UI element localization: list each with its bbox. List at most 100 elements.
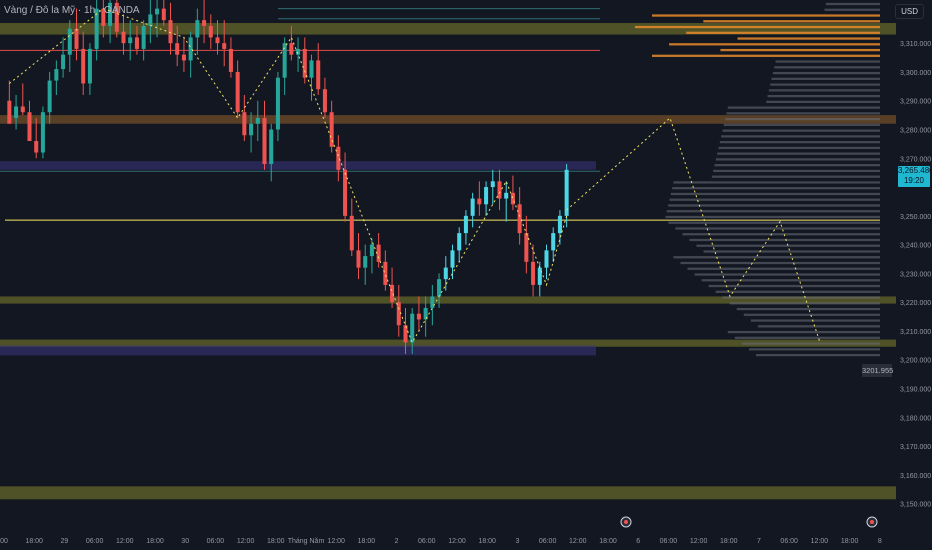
volume-profile-bar (729, 302, 880, 305)
y-axis-tick: 3,180.000 (900, 415, 931, 422)
volume-profile-bar (767, 94, 880, 98)
volume-profile-bar (652, 14, 880, 17)
x-axis-tick: 18:00 (358, 538, 376, 545)
candle-body (74, 28, 79, 49)
x-axis-tick: 06:00 (539, 538, 557, 545)
candle-body (490, 181, 495, 188)
volume-profile-bar (694, 273, 880, 276)
candle-body (343, 169, 348, 216)
candle-body (369, 244, 374, 257)
x-axis-tick: 06:00 (207, 538, 225, 545)
volume-profile-bar (750, 319, 880, 322)
candle-body (410, 313, 415, 343)
volume-profile-bar (722, 296, 880, 299)
volume-profile-bar (748, 348, 880, 351)
volume-profile-bar (670, 192, 880, 196)
y-axis-tick: 3,220.000 (900, 300, 931, 307)
x-axis-tick: 12:00 (448, 538, 466, 545)
x-axis-tick: 8 (878, 538, 882, 545)
price-chart[interactable]: 3,310.000 3,300.000 3,290.000 3,280.000 3,27… (0, 0, 932, 550)
candle-body (181, 54, 186, 61)
candle-body (302, 48, 307, 78)
y-axis-tick: 3,310.000 (900, 41, 931, 48)
candle-body (504, 192, 509, 199)
zone-5 (0, 345, 596, 356)
y-axis-tick: 3,190.000 (900, 387, 931, 394)
x-axis-tick: 3 (515, 538, 519, 545)
volume-profile-bar (668, 221, 880, 224)
candle-body (47, 80, 52, 113)
y-axis-tick: 3,300.000 (900, 70, 931, 77)
volume-profile-bar (634, 25, 880, 29)
y-axis-tick: 3,240.000 (900, 243, 931, 250)
candle-body (336, 146, 341, 170)
candle-body (262, 117, 267, 165)
volume-profile-bar (737, 37, 880, 40)
x-axis-tick: 06:00 (780, 538, 798, 545)
y-axis-tick: 3,230.000 (900, 271, 931, 278)
volume-profile-bar (703, 250, 880, 253)
volume-profile-bar (669, 43, 880, 46)
x-axis-tick: 18:00 (267, 538, 285, 545)
y-axis-tick: 3,290.000 (900, 99, 931, 106)
candle-body (289, 43, 294, 55)
candle-body (551, 233, 556, 251)
candle-body (188, 37, 193, 61)
volume-profile-bar (774, 66, 880, 69)
candle-body (148, 14, 153, 26)
x-axis-tick: 2 (395, 538, 399, 545)
candle-body (443, 267, 448, 280)
candle-body (161, 8, 166, 21)
candle-body (195, 20, 200, 38)
volume-profile-bar (720, 48, 880, 52)
candle-body (255, 117, 260, 124)
candle-countdown: 19:20 (903, 176, 925, 185)
candle-body (497, 181, 502, 199)
candle-body (54, 69, 59, 81)
y-axis-tick: 3,210.000 (900, 329, 931, 336)
volume-profile-bar (771, 77, 880, 80)
volume-profile-bar (713, 169, 880, 173)
volume-profile-bar (734, 336, 880, 339)
y-axis-tick: 3,200.000 (900, 358, 931, 365)
volume-profile-bar (775, 60, 880, 63)
x-axis-tick: Tháng Năm (288, 538, 325, 545)
candle-body (168, 20, 173, 44)
volume-profile-bar (675, 227, 880, 230)
x-axis-tick: 18:00 (599, 538, 617, 545)
volume-profile-bar (770, 83, 880, 86)
candle-body (14, 106, 19, 118)
volume-profile-bar (766, 100, 880, 103)
candle-body (235, 71, 240, 113)
volume-profile-bar (743, 313, 880, 316)
candle-body (275, 77, 280, 130)
candle-body (208, 25, 213, 38)
x-axis-tick: 7 (757, 538, 761, 545)
x-axis-tick: 06:00 (86, 538, 104, 545)
volume-profile-bar (824, 8, 880, 11)
candle-body (430, 296, 435, 308)
volume-profile-bar (726, 112, 880, 115)
candle-body (269, 129, 274, 165)
candle-body (20, 106, 25, 113)
volume-profile-bar (714, 164, 880, 167)
x-axis-tick: 12:00 (690, 538, 708, 545)
volume-profile-bar (686, 31, 880, 34)
zone-6 (0, 486, 896, 500)
x-axis-tick: 18:00 (146, 538, 164, 545)
volume-profile-bar (757, 325, 880, 328)
symbol-title: Vàng / Đô la Mỹ · 1h · OANDA (4, 5, 140, 16)
volume-profile-bar (666, 210, 880, 213)
candle-body (531, 261, 536, 285)
x-axis-tick: 18:00 (478, 538, 496, 545)
volume-profile-bar (727, 106, 880, 109)
candle-body (322, 89, 327, 113)
candle-body (222, 43, 227, 49)
y-axis-tick: 3,250.000 (900, 214, 931, 221)
volume-profile-bar (669, 198, 880, 201)
currency-button[interactable]: USD (895, 4, 924, 19)
x-axis-tick: 18:00 (25, 538, 43, 545)
candle-body (7, 100, 12, 124)
volume-profile-bar (673, 181, 880, 184)
candle-body (27, 112, 32, 142)
